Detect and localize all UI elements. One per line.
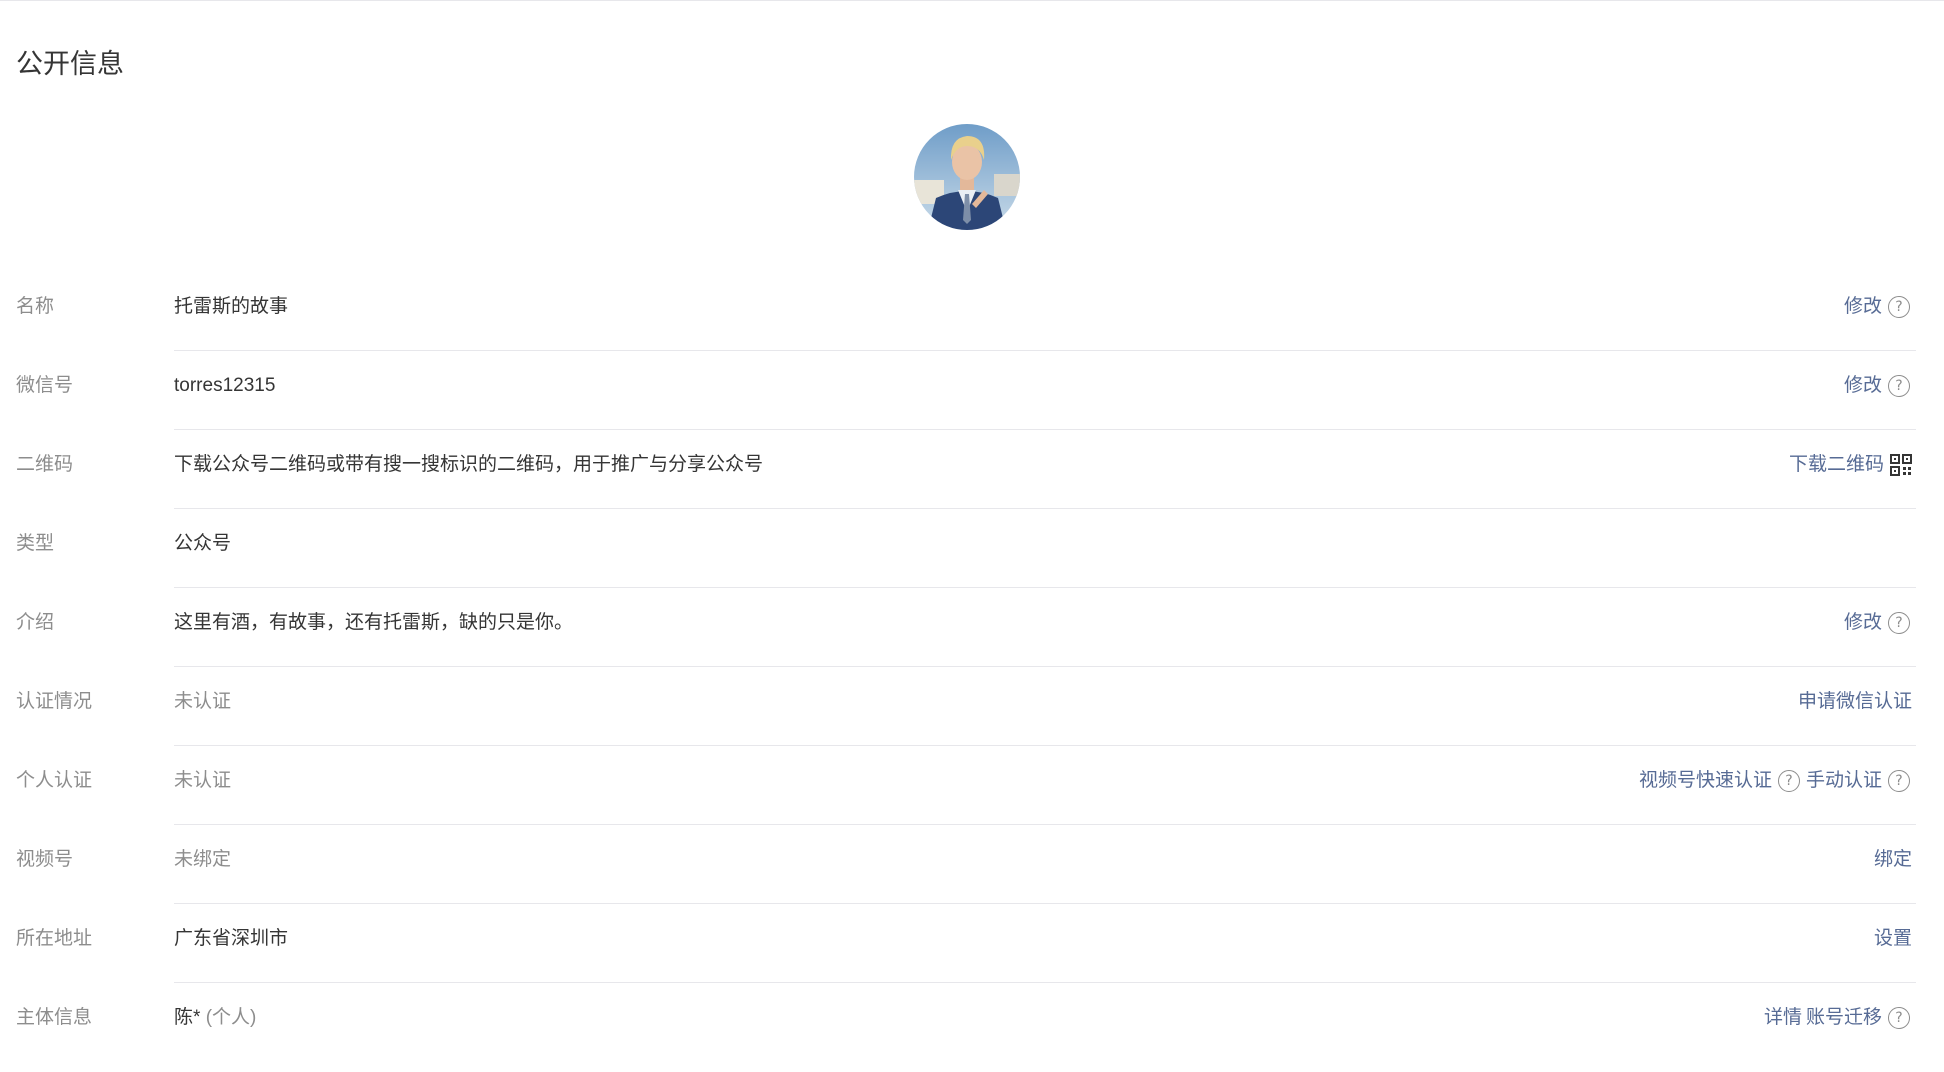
row-actions: 修改 ? <box>1844 610 1912 636</box>
row-value: 托雷斯的故事 <box>174 296 289 317</box>
row-actions: 修改 ? <box>1844 373 1912 399</box>
channels-quick-verify-link[interactable]: 视频号快速认证 <box>1639 768 1772 794</box>
row-type: 类型 公众号 <box>0 509 1944 588</box>
row-value: 未认证 <box>174 770 232 791</box>
question-circle-icon[interactable]: ? <box>1888 770 1910 792</box>
row-actions: 详情 账号迁移 ? <box>1764 1005 1912 1031</box>
row-value: 公众号 <box>174 533 232 554</box>
row-value: 未认证 <box>174 691 232 712</box>
row-entity-info: 主体信息 陈* (个人) 详情 账号迁移 ? <box>0 983 1944 1062</box>
question-circle-icon[interactable]: ? <box>1888 1007 1910 1029</box>
row-value: 未绑定 <box>174 849 232 870</box>
edit-intro-link[interactable]: 修改 <box>1844 610 1882 636</box>
row-verification: 认证情况 未认证 申请微信认证 <box>0 667 1944 746</box>
row-channels: 视频号 未绑定 绑定 <box>0 825 1944 904</box>
row-label: 视频号 <box>16 849 74 870</box>
row-label: 二维码 <box>16 454 74 475</box>
row-actions: 下载二维码 <box>1789 452 1912 478</box>
bind-channels-link[interactable]: 绑定 <box>1874 847 1912 873</box>
row-label: 微信号 <box>16 375 74 396</box>
row-value: 下载公众号二维码或带有搜一搜标识的二维码，用于推广与分享公众号 <box>174 454 764 475</box>
row-actions: 设置 <box>1874 926 1912 952</box>
info-list: 名称 托雷斯的故事 修改 ? 微信号 torres12315 修改 ? 二维码 … <box>0 272 1944 1062</box>
row-label: 所在地址 <box>16 928 93 949</box>
entity-type: (个人) <box>205 1007 257 1028</box>
row-actions: 修改 ? <box>1844 294 1912 320</box>
top-divider <box>0 0 1944 1</box>
download-qr-link[interactable]: 下载二维码 <box>1789 452 1884 478</box>
row-qr-code: 二维码 下载公众号二维码或带有搜一搜标识的二维码，用于推广与分享公众号 下载二维… <box>0 430 1944 509</box>
row-actions: 绑定 <box>1874 847 1912 873</box>
edit-name-link[interactable]: 修改 <box>1844 294 1882 320</box>
qr-code-icon[interactable] <box>1890 454 1912 476</box>
row-value: 陈* (个人) <box>174 1005 256 1031</box>
row-intro: 介绍 这里有酒，有故事，还有托雷斯，缺的只是你。 修改 ? <box>0 588 1944 667</box>
set-address-link[interactable]: 设置 <box>1874 926 1912 952</box>
row-actions: 视频号快速认证 ? 手动认证 ? <box>1639 768 1912 794</box>
row-label: 认证情况 <box>16 691 93 712</box>
entity-details-link[interactable]: 详情 <box>1764 1005 1802 1031</box>
row-label: 名称 <box>16 296 55 317</box>
row-wechat-id: 微信号 torres12315 修改 ? <box>0 351 1944 430</box>
question-circle-icon[interactable]: ? <box>1888 375 1910 397</box>
question-circle-icon[interactable]: ? <box>1888 612 1910 634</box>
account-migration-link[interactable]: 账号迁移 <box>1806 1005 1882 1031</box>
row-label: 介绍 <box>16 612 55 633</box>
row-value: 这里有酒，有故事，还有托雷斯，缺的只是你。 <box>174 612 574 633</box>
account-avatar[interactable] <box>914 124 1020 230</box>
row-label: 个人认证 <box>16 770 93 791</box>
row-actions: 申请微信认证 <box>1798 689 1912 715</box>
row-value: torres12315 <box>174 375 276 396</box>
row-name: 名称 托雷斯的故事 修改 ? <box>0 272 1944 351</box>
public-info-page: 公开信息 名称 托雷斯的故事 修改 ? 微信号 torres12315 修改 ?… <box>0 0 1944 1072</box>
question-circle-icon[interactable]: ? <box>1777 770 1800 792</box>
question-circle-icon[interactable]: ? <box>1888 296 1910 318</box>
section-title: 公开信息 <box>16 49 124 79</box>
manual-verify-link[interactable]: 手动认证 <box>1806 768 1882 794</box>
row-personal-verification: 个人认证 未认证 视频号快速认证 ? 手动认证 ? <box>0 746 1944 825</box>
apply-verification-link[interactable]: 申请微信认证 <box>1798 689 1912 715</box>
row-label: 主体信息 <box>16 1007 93 1028</box>
row-value: 广东省深圳市 <box>174 928 289 949</box>
edit-wechat-id-link[interactable]: 修改 <box>1844 373 1882 399</box>
entity-name: 陈* <box>174 1007 201 1028</box>
row-address: 所在地址 广东省深圳市 设置 <box>0 904 1944 983</box>
row-label: 类型 <box>16 533 55 554</box>
